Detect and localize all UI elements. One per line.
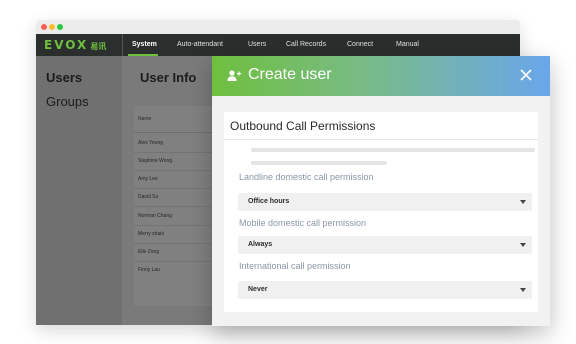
table-row[interactable]: Norman Chang [138,213,172,219]
window-maximize-dot[interactable] [57,24,63,30]
landline-permission-select[interactable]: Office hours [238,193,532,211]
row-divider [134,225,224,226]
row-divider [134,243,224,244]
nav-call-records[interactable]: Call Records [286,40,326,50]
section-divider [224,139,538,140]
nav-system[interactable]: System [132,40,157,50]
table-row[interactable]: Finny Lau [138,267,160,273]
international-permission-label: International call permission [239,261,351,271]
table-header-divider [134,132,224,133]
chevron-down-icon [520,288,526,292]
close-icon[interactable] [518,67,534,83]
window-titlebar [36,20,520,34]
create-user-modal: Create user Outbound Call Permissions La… [212,56,550,326]
top-navbar: EVOX 易讯 System Auto-attendant Users Call … [36,34,520,56]
table-header-name: Name [138,116,152,122]
select-value: Office hours [248,198,290,205]
placeholder-bar [251,148,535,152]
table-row[interactable]: Stephine Wong [138,158,172,164]
select-value: Always [248,241,273,248]
mobile-permission-label: Mobile domestic call permission [239,218,367,228]
row-divider [134,206,224,207]
logo-text: EVOX [44,38,89,52]
logo: EVOX 易讯 [44,38,106,52]
logo-cn-text: 易讯 [90,42,107,51]
chevron-down-icon [520,243,526,247]
row-divider [134,170,224,171]
table-row[interactable]: Elle Zong [138,249,159,255]
table-row[interactable]: David Su [138,194,158,200]
screenshot-stage: EVOX 易讯 System Auto-attendant Users Call … [0,0,576,344]
nav-connect[interactable]: Connect [347,40,373,50]
window-minimize-dot[interactable] [49,24,55,30]
select-value: Never [248,286,268,293]
placeholder-bar [251,161,387,165]
user-table: Name Alex Yeung Stephine Wong Amy Lee Da… [134,106,224,306]
modal-header: Create user [212,56,550,96]
table-row[interactable]: Amy Lee [138,176,158,182]
row-divider [134,261,224,262]
add-user-icon [227,70,241,81]
section-title: Outbound Call Permissions [230,119,376,133]
sidebar-item-users[interactable]: Users [46,70,82,85]
chevron-down-icon [520,200,526,204]
nav-auto-attendant[interactable]: Auto-attendant [177,40,223,50]
sidebar-item-groups[interactable]: Groups [46,94,89,109]
logo-divider [122,34,123,56]
mobile-permission-select[interactable]: Always [238,236,532,254]
row-divider [134,188,224,189]
international-permission-select[interactable]: Never [238,281,532,299]
window-close-dot[interactable] [41,24,47,30]
landline-permission-label: Landline domestic call permission [239,172,374,182]
modal-title: Create user [248,66,332,83]
nav-users[interactable]: Users [248,40,266,50]
row-divider [134,152,224,153]
table-row[interactable]: Alex Yeung [138,140,163,146]
page-title: User Info [140,70,197,85]
nav-manual[interactable]: Manual [396,40,419,50]
table-row[interactable]: Merry shaio [138,231,164,237]
